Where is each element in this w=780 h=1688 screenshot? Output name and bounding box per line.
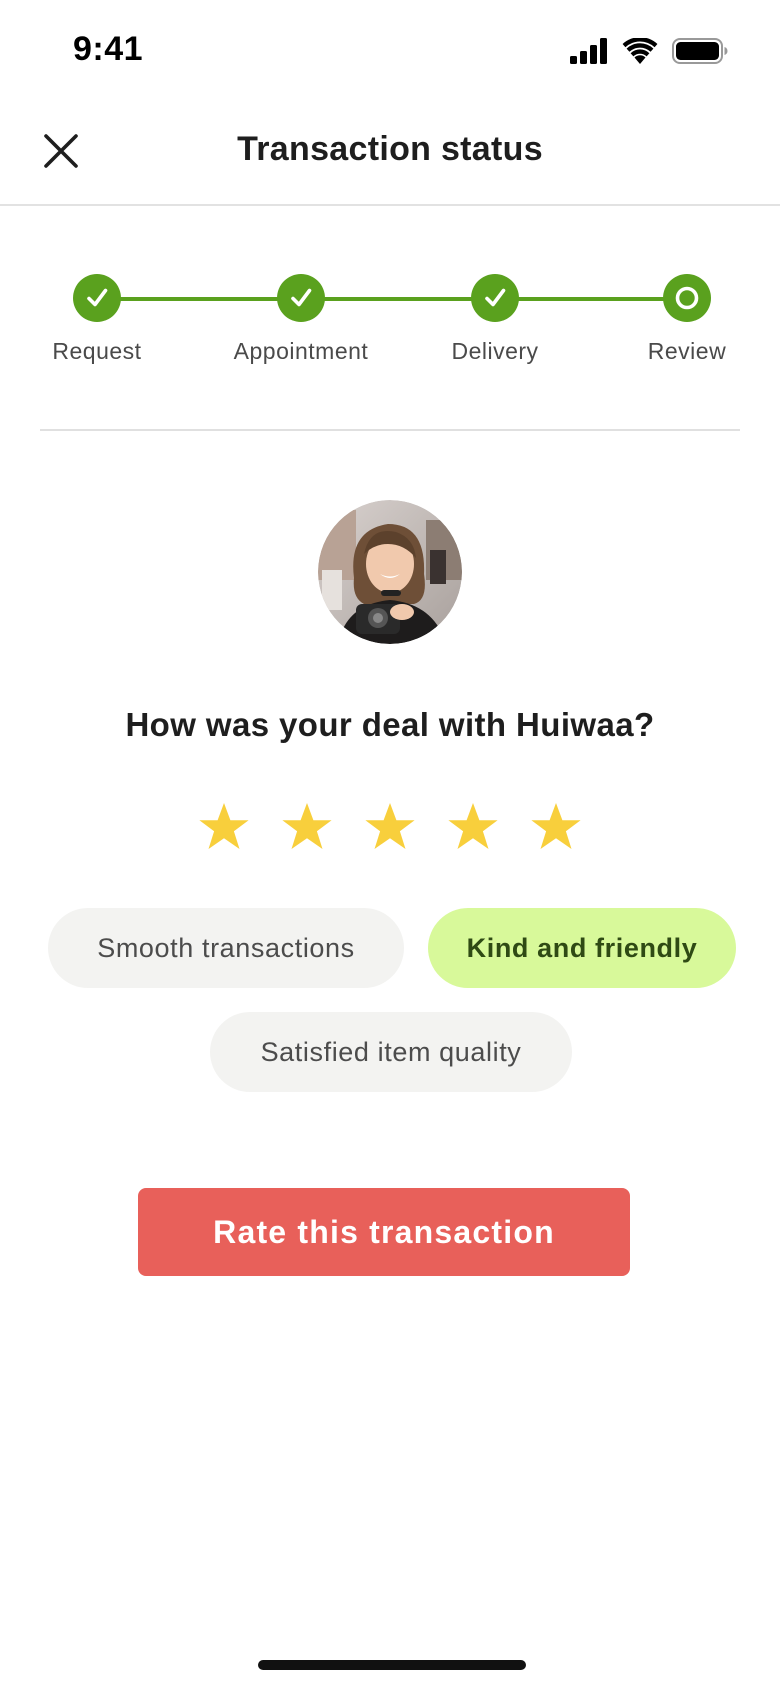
- tag-kind-and-friendly[interactable]: Kind and friendly: [428, 908, 736, 988]
- transaction-stepper: Request Appointment Delivery Review: [0, 206, 780, 432]
- star-icon[interactable]: [279, 800, 335, 856]
- rate-transaction-label: Rate this transaction: [213, 1213, 555, 1250]
- step-request: Request: [0, 274, 197, 365]
- section-divider: [40, 429, 740, 431]
- tag-smooth-transactions[interactable]: Smooth transactions: [48, 908, 404, 988]
- status-icons: [570, 36, 728, 66]
- step-delivery: Delivery: [395, 274, 595, 365]
- status-time: 9:41: [73, 30, 144, 68]
- ring-icon: [675, 286, 699, 310]
- page-title: Transaction status: [237, 130, 543, 168]
- star-rating[interactable]: [196, 800, 584, 856]
- home-indicator[interactable]: [258, 1660, 526, 1670]
- step-appointment: Appointment: [201, 274, 401, 365]
- step-done-indicator: [471, 274, 519, 322]
- status-bar: 9:41: [0, 0, 780, 100]
- review-question: How was your deal with Huiwaa?: [125, 706, 655, 743]
- tag-label: Smooth transactions: [97, 932, 355, 963]
- step-label: Request: [52, 338, 142, 364]
- step-review: Review: [587, 274, 780, 365]
- star-icon[interactable]: [362, 800, 418, 856]
- header: Transaction status: [0, 100, 780, 206]
- cellular-signal-icon: [570, 38, 607, 64]
- star-icon[interactable]: [196, 800, 252, 856]
- wifi-icon: [622, 38, 658, 64]
- step-label: Review: [647, 338, 727, 364]
- star-icon[interactable]: [445, 800, 501, 856]
- rate-transaction-button[interactable]: Rate this transaction: [138, 1188, 630, 1276]
- check-icon: [87, 288, 108, 307]
- tag-label: Kind and friendly: [466, 932, 698, 963]
- star-icon[interactable]: [528, 800, 584, 856]
- tag-label: Satisfied item quality: [260, 1036, 522, 1067]
- battery-icon: [672, 38, 728, 64]
- step-done-indicator: [73, 274, 121, 322]
- check-icon: [291, 288, 312, 307]
- step-label: Appointment: [233, 338, 369, 364]
- check-icon: [485, 288, 506, 307]
- step-current-indicator: [663, 274, 711, 322]
- step-done-indicator: [277, 274, 325, 322]
- step-label: Delivery: [451, 338, 539, 364]
- seller-avatar: [318, 500, 462, 644]
- tag-satisfied-item-quality[interactable]: Satisfied item quality: [210, 1012, 572, 1092]
